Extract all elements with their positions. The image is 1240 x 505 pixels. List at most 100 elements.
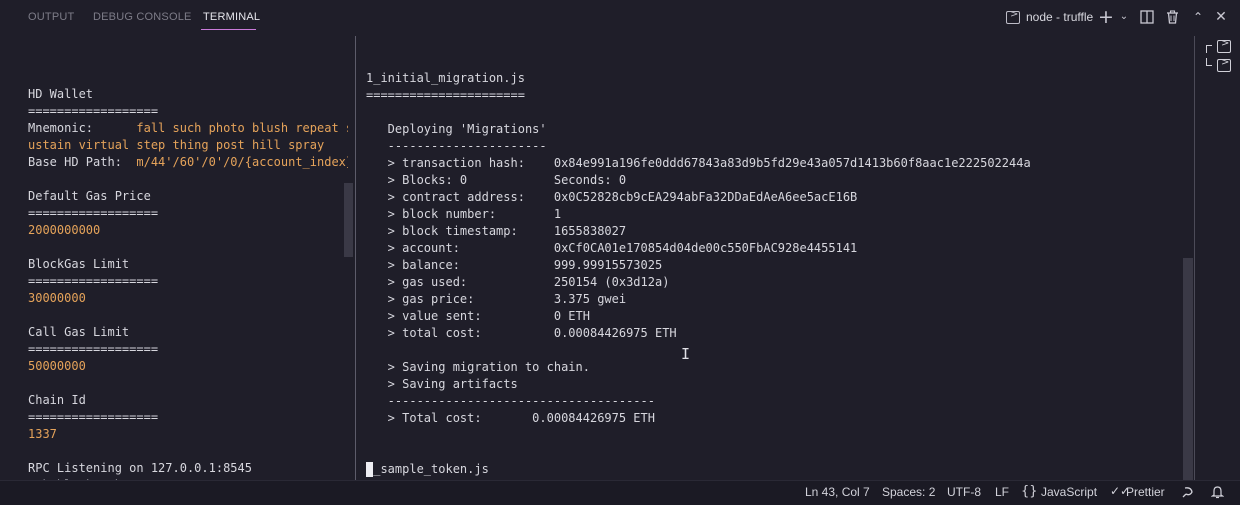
close-icon[interactable]: ✕ bbox=[1213, 8, 1229, 26]
end-of-line[interactable]: LF bbox=[995, 485, 1009, 499]
terminal-line: 2000000000 bbox=[28, 222, 348, 239]
terminal-value: 2000000000 bbox=[28, 223, 101, 237]
feedback-icon[interactable] bbox=[1181, 484, 1195, 503]
terminal-line: ------------------------------------- bbox=[366, 394, 655, 408]
terminal-line: ustain virtual step thing post hill spra… bbox=[28, 137, 348, 154]
terminal-line: > block timestamp: 1655838027 bbox=[366, 224, 627, 238]
terminal-line: Deploying 'Migrations' bbox=[366, 122, 547, 136]
status-bar: Ln 43, Col 7 Spaces: 2 UTF-8 LF {} JavaS… bbox=[0, 480, 1240, 505]
terminal-line: ================== bbox=[28, 341, 348, 358]
terminal-line: > total cost: 0.00084426975 ETH bbox=[366, 326, 677, 340]
terminal-line: > value sent: 0 ETH bbox=[366, 309, 590, 323]
active-tab-indicator bbox=[201, 29, 256, 30]
terminal-line: Base HD Path: m/44'/60'/0'/0/{account_in… bbox=[28, 154, 348, 171]
terminal-value: ustain virtual step thing post hill spra… bbox=[28, 138, 325, 152]
terminal-line: > transaction hash: 0x84e991a196fe0ddd67… bbox=[366, 156, 1031, 170]
tree-connector-icon bbox=[1206, 58, 1212, 66]
cursor-position[interactable]: Ln 43, Col 7 bbox=[805, 485, 870, 499]
terminal-line: > Saving artifacts bbox=[366, 377, 518, 391]
panel-tabbar: OUTPUT DEBUG CONSOLE TERMINAL > node - t… bbox=[0, 0, 1240, 36]
terminal-list: > > bbox=[1196, 36, 1240, 480]
terminal-text: Mnemonic: bbox=[28, 121, 137, 135]
terminal-list-divider bbox=[1194, 36, 1195, 480]
terminal-value: fall such photo blush repeat s bbox=[136, 121, 348, 135]
terminal-line: > gas price: 3.375 gwei bbox=[366, 292, 627, 306]
add-icon[interactable]: + bbox=[1098, 8, 1114, 27]
terminal-icon: > bbox=[1217, 57, 1231, 72]
split-icon[interactable] bbox=[1139, 8, 1155, 26]
terminal-text: ================== bbox=[28, 274, 159, 288]
terminal-line: Call Gas Limit bbox=[28, 324, 348, 341]
terminal-line: RPC Listening on 127.0.0.1:8545 bbox=[28, 460, 348, 477]
terminal-text: HD Wallet bbox=[28, 87, 94, 101]
terminal-text: ================== bbox=[28, 104, 159, 118]
terminal-line: ================== bbox=[28, 205, 348, 222]
terminal-text: BlockGas Limit bbox=[28, 257, 130, 271]
terminal-line: 1_initial_migration.js bbox=[366, 71, 525, 85]
terminal-line: Mnemonic: fall such photo blush repeat s bbox=[28, 120, 348, 137]
terminal-line: > Saving migration to chain. bbox=[366, 360, 590, 374]
trash-icon[interactable] bbox=[1164, 8, 1180, 26]
terminal-pane-ganache[interactable]: HD Wallet ================== Mnemonic: fal… bbox=[28, 36, 348, 480]
pane-divider[interactable] bbox=[355, 36, 356, 480]
indentation[interactable]: Spaces: 2 bbox=[882, 485, 935, 499]
terminal-line: 50000000 bbox=[28, 358, 348, 375]
terminal-icon: > bbox=[1217, 38, 1231, 53]
terminal-line: > Total cost: 0.00084426975 ETH bbox=[366, 411, 655, 425]
chevron-up-icon[interactable]: ⌃ bbox=[1190, 8, 1206, 26]
terminal-text: RPC Listening on 127.0.0.1:8545 bbox=[28, 461, 252, 475]
terminal-line: > gas used: 250154 (0x3d12a) bbox=[366, 275, 670, 289]
terminal-value: 50000000 bbox=[28, 359, 86, 373]
language-mode[interactable]: JavaScript bbox=[1041, 485, 1097, 499]
terminal-line: ---------------------- bbox=[366, 139, 547, 153]
text-cursor-icon: I bbox=[681, 345, 691, 363]
terminal-line: BlockGas Limit bbox=[28, 256, 348, 273]
prettier-status[interactable]: Prettier bbox=[1126, 485, 1165, 499]
terminal-text: ================== bbox=[28, 342, 159, 356]
chevron-down-icon[interactable]: ⌄ bbox=[1118, 8, 1130, 26]
encoding[interactable]: UTF-8 bbox=[947, 485, 981, 499]
terminal-line: > Blocks: 0 Seconds: 0 bbox=[366, 173, 627, 187]
terminal-text: Call Gas Limit bbox=[28, 325, 130, 339]
scrollbar-right[interactable] bbox=[1183, 258, 1193, 480]
terminal-line: ====================== bbox=[366, 88, 525, 102]
terminal-line: Default Gas Price bbox=[28, 188, 348, 205]
terminal-cursor bbox=[366, 462, 373, 477]
tab-terminal[interactable]: TERMINAL bbox=[203, 11, 260, 23]
terminal-line: Chain Id bbox=[28, 392, 348, 409]
braces-icon: {} bbox=[1021, 484, 1038, 499]
terminal-list-item-2[interactable]: > bbox=[1206, 57, 1232, 76]
terminal-value: 1337 bbox=[28, 427, 57, 441]
terminal-text: Chain Id bbox=[28, 393, 86, 407]
terminal-line: 2_sample_token.js bbox=[366, 462, 489, 476]
tab-output[interactable]: OUTPUT bbox=[28, 11, 74, 23]
terminal-line: ================== bbox=[28, 103, 348, 120]
tab-debug-console[interactable]: DEBUG CONSOLE bbox=[93, 11, 192, 23]
bell-icon[interactable] bbox=[1210, 484, 1225, 503]
terminal-pane-truffle[interactable]: 1_initial_migration.js ==================… bbox=[366, 36, 1186, 480]
terminal-icon: > bbox=[1006, 9, 1020, 24]
terminal-line: 1337 bbox=[28, 426, 348, 443]
terminal-value: m/44'/60'/0'/0/{account_index} bbox=[136, 155, 348, 169]
terminal-name: node - truffle bbox=[1026, 10, 1094, 24]
terminal-line: > balance: 999.99915573025 bbox=[366, 258, 663, 272]
terminal-line: HD Wallet bbox=[28, 86, 348, 103]
terminal-text: ================== bbox=[28, 206, 159, 220]
terminal-line: 30000000 bbox=[28, 290, 348, 307]
terminal-text: ================== bbox=[28, 410, 159, 424]
terminal-text: Base HD Path: bbox=[28, 155, 137, 169]
terminal-line: > account: 0xCf0CA01e170854d04de00c550Fb… bbox=[366, 241, 858, 255]
terminal-text: Default Gas Price bbox=[28, 189, 151, 203]
terminal-list-item-1[interactable]: > bbox=[1206, 38, 1232, 57]
scrollbar-left[interactable] bbox=[344, 183, 353, 257]
tree-connector-icon bbox=[1206, 45, 1212, 53]
terminal-line: ================== bbox=[28, 409, 348, 426]
terminal-line: > contract address: 0x0C52828cb9cEA294ab… bbox=[366, 190, 858, 204]
